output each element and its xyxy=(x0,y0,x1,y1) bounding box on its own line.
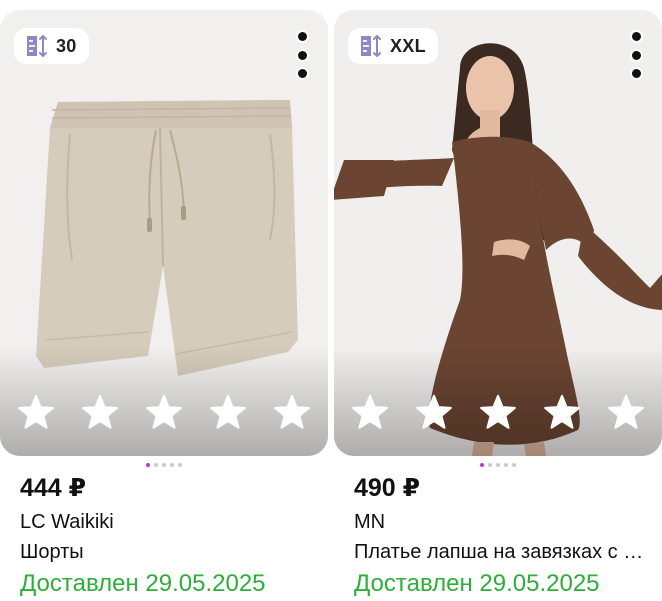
rating-stars[interactable] xyxy=(334,390,662,436)
product-title: Шорты xyxy=(20,541,84,563)
size-value: 30 xyxy=(56,35,77,56)
star-icon[interactable] xyxy=(541,392,583,434)
product-card[interactable]: 30 444 ₽ LC Waikiki Шорты Доставлен 29.0… xyxy=(0,0,328,600)
size-icon xyxy=(27,35,47,57)
pager-dot xyxy=(504,463,508,467)
pager-dot xyxy=(162,463,166,467)
pager-dot xyxy=(178,463,182,467)
pager-dot xyxy=(170,463,174,467)
star-icon[interactable] xyxy=(15,392,57,434)
product-photo[interactable]: 30 xyxy=(0,10,328,456)
delivery-status: Доставлен 29.05.2025 xyxy=(20,570,266,597)
size-icon xyxy=(361,35,381,57)
star-icon[interactable] xyxy=(477,392,519,434)
star-icon[interactable] xyxy=(349,392,391,434)
product-price: 444 ₽ xyxy=(20,474,87,502)
pager-dot xyxy=(512,463,516,467)
image-pager xyxy=(0,462,328,468)
star-icon[interactable] xyxy=(271,392,313,434)
delivery-status: Доставлен 29.05.2025 xyxy=(354,570,600,597)
star-icon[interactable] xyxy=(79,392,121,434)
product-brand: MN xyxy=(354,511,386,533)
product-title: Платье лапша на завязках с длинным рукав… xyxy=(354,541,654,563)
product-grid: 30 444 ₽ LC Waikiki Шорты Доставлен 29.0… xyxy=(0,0,662,600)
pager-dot xyxy=(488,463,492,467)
pager-dot xyxy=(480,463,484,467)
star-icon[interactable] xyxy=(207,392,249,434)
rating-stars[interactable] xyxy=(0,390,328,436)
size-badge: XXL xyxy=(348,28,438,64)
star-icon[interactable] xyxy=(605,392,647,434)
pager-dot xyxy=(154,463,158,467)
more-vertical-icon[interactable] xyxy=(624,32,648,78)
star-icon[interactable] xyxy=(413,392,455,434)
more-vertical-icon[interactable] xyxy=(290,32,314,78)
star-icon[interactable] xyxy=(143,392,185,434)
product-photo[interactable]: XXL xyxy=(334,10,662,456)
product-brand: LC Waikiki xyxy=(20,511,114,533)
size-value: XXL xyxy=(390,35,426,56)
product-card[interactable]: XXL 490 ₽ MN Платье лапша на завязках с … xyxy=(334,0,662,600)
size-badge: 30 xyxy=(14,28,89,64)
product-price: 490 ₽ xyxy=(354,474,421,502)
pager-dot xyxy=(496,463,500,467)
image-pager xyxy=(334,462,662,468)
pager-dot xyxy=(146,463,150,467)
